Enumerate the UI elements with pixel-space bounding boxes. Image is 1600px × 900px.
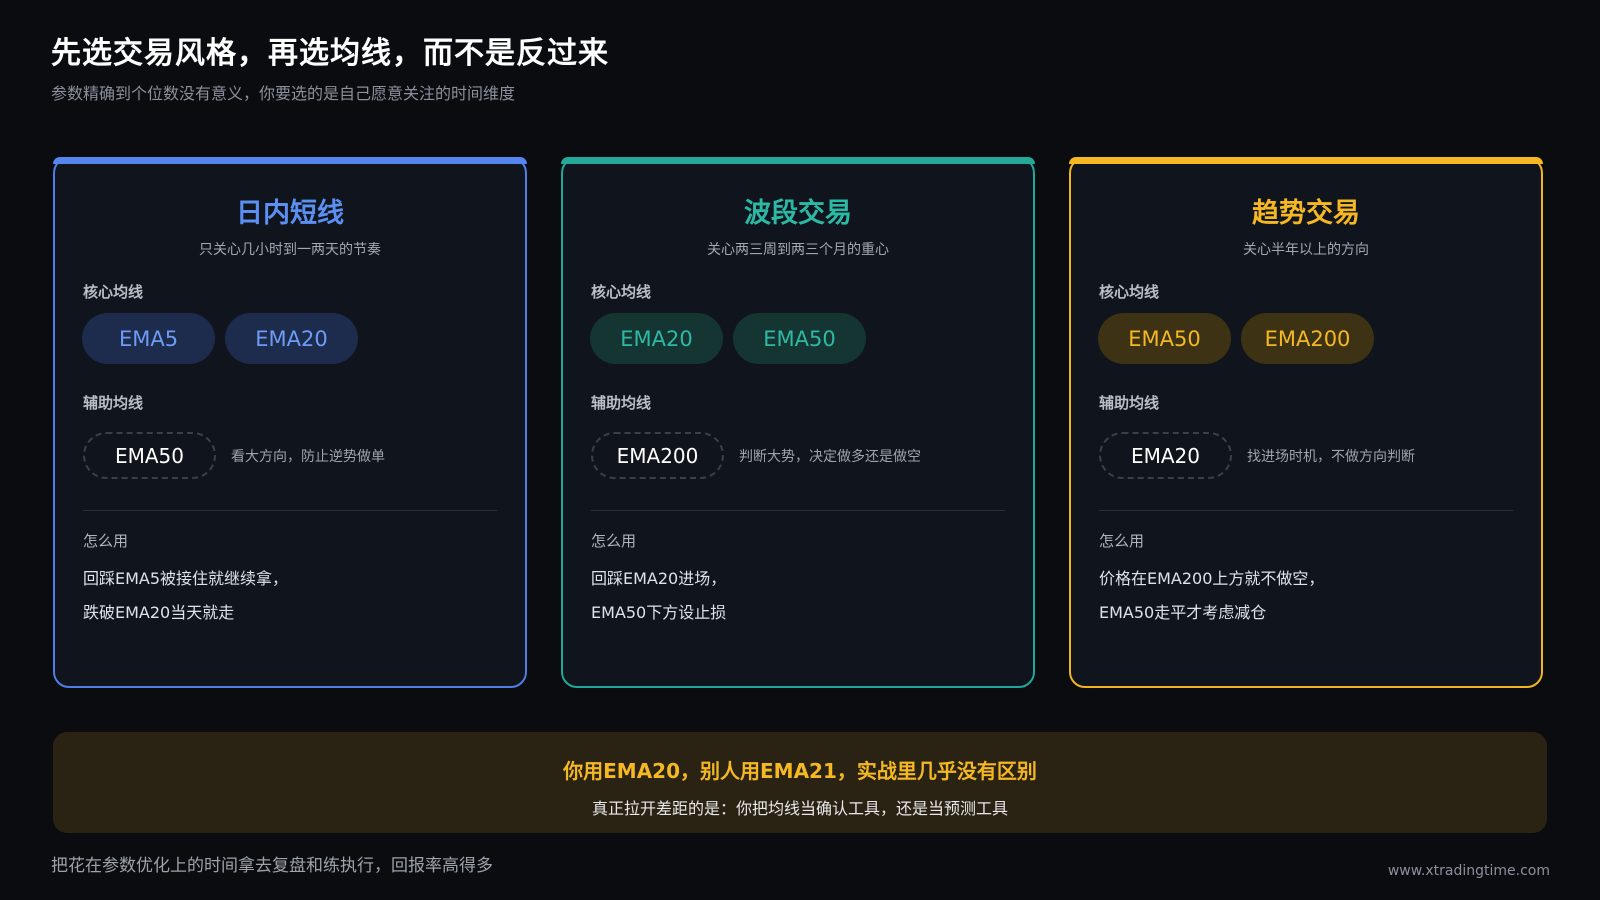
page-title: 先选交易风格，再选均线，而不是反过来: [51, 36, 609, 71]
aux-ma-pill: EMA200: [591, 432, 724, 479]
divider: [1099, 510, 1513, 511]
banner-title: 你用EMA20，别人用EMA21，实战里几乎没有区别: [563, 759, 1037, 783]
card-subtitle: 只关心几小时到一两天的节奏: [199, 242, 381, 258]
how-label: 怎么用: [1099, 532, 1145, 550]
how-line: 价格在EMA200上方就不做空，: [1099, 569, 1325, 588]
aux-note: 判断大势，决定做多还是做空: [739, 449, 921, 465]
how-line: EMA50下方设止损: [591, 603, 727, 622]
core-ma-pill: EMA5: [82, 313, 215, 364]
card-title: 日内短线: [236, 198, 344, 229]
card-accent-bar: [1069, 157, 1543, 164]
card-intraday: 日内短线 只关心几小时到一两天的节奏 核心均线 EMA5 EMA20 辅助均线 …: [53, 157, 527, 688]
core-ma-pill: EMA50: [1098, 313, 1231, 364]
card-accent-bar: [53, 157, 527, 164]
aux-label: 辅助均线: [591, 394, 652, 412]
footer-url: www.xtradingtime.com: [1387, 863, 1550, 879]
core-ma-pill: EMA20: [225, 313, 358, 364]
how-line: 跌破EMA20当天就走: [83, 603, 235, 622]
card-title: 波段交易: [744, 198, 852, 229]
aux-note: 找进场时机，不做方向判断: [1247, 449, 1415, 465]
how-line: EMA50走平才考虑减仓: [1099, 603, 1267, 622]
divider: [83, 510, 497, 511]
core-label: 核心均线: [1099, 283, 1160, 301]
core-ma-pill: EMA200: [1241, 313, 1374, 364]
card-swing: 波段交易 关心两三周到两三个月的重心 核心均线 EMA20 EMA50 辅助均线…: [561, 157, 1035, 688]
aux-ma-pill: EMA50: [83, 432, 216, 479]
aux-ma-pill: EMA20: [1099, 432, 1232, 479]
aux-label: 辅助均线: [1099, 394, 1160, 412]
how-label: 怎么用: [83, 532, 129, 550]
how-line: 回踩EMA5被接住就继续拿，: [83, 569, 289, 588]
divider: [591, 510, 1005, 511]
core-ma-pill: EMA20: [590, 313, 723, 364]
card-trend: 趋势交易 关心半年以上的方向 核心均线 EMA50 EMA200 辅助均线 EM…: [1069, 157, 1543, 688]
key-insight-banner: 你用EMA20，别人用EMA21，实战里几乎没有区别 真正拉开差距的是：你把均线…: [53, 732, 1547, 833]
banner-subtitle: 真正拉开差距的是：你把均线当确认工具，还是当预测工具: [591, 799, 1008, 818]
style-cards: 日内短线 只关心几小时到一两天的节奏 核心均线 EMA5 EMA20 辅助均线 …: [53, 157, 1547, 692]
card-title: 趋势交易: [1252, 198, 1360, 229]
page-subtitle: 参数精确到个位数没有意义，你要选的是自己愿意关注的时间维度: [51, 84, 516, 103]
how-line: 回踩EMA20进场，: [591, 569, 727, 588]
how-label: 怎么用: [591, 532, 637, 550]
core-label: 核心均线: [591, 283, 652, 301]
aux-note: 看大方向，防止逆势做单: [231, 449, 385, 465]
card-subtitle: 关心两三周到两三个月的重心: [707, 242, 889, 258]
core-label: 核心均线: [83, 283, 144, 301]
aux-label: 辅助均线: [83, 394, 144, 412]
card-accent-bar: [561, 157, 1035, 164]
page-header: 先选交易风格，再选均线，而不是反过来 参数精确到个位数没有意义，你要选的是自己愿…: [51, 28, 609, 104]
core-ma-pill: EMA50: [733, 313, 866, 364]
card-subtitle: 关心半年以上的方向: [1243, 242, 1369, 258]
footer-note: 把花在参数优化上的时间拿去复盘和练执行，回报率高得多: [51, 856, 493, 876]
